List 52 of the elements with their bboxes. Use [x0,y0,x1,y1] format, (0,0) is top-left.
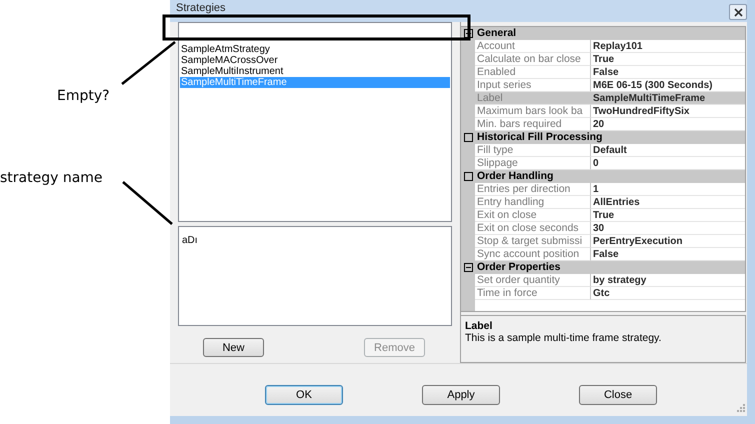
property-value[interactable]: 1 [591,183,745,196]
property-name[interactable]: Entries per direction [475,183,591,196]
leader-line [121,41,176,85]
property-name[interactable]: Entry handling [475,196,591,209]
property-name[interactable]: Account [475,40,591,53]
annotation-label: strategy name [0,170,103,186]
property-name[interactable]: Enabled [475,66,591,79]
property-value[interactable]: True [591,209,745,222]
strategy-item[interactable]: SampleMACrossOver [180,55,450,66]
property-value[interactable]: True [591,53,745,66]
expand-icon[interactable] [464,172,472,181]
property-name[interactable]: Fill type [475,144,591,157]
annotation-label: Empty? [57,88,110,104]
help-text: This is a sample multi-time frame strategy. [465,332,662,344]
property-name[interactable]: Set order quantity [475,274,591,287]
property-value[interactable]: Default [591,144,745,157]
property-value[interactable]: 30 [591,222,745,235]
property-value[interactable]: Replay101 [591,40,745,53]
property-name[interactable]: Time in force [475,287,591,300]
close-button[interactable]: Close [579,385,657,405]
collapse-icon[interactable] [464,263,472,272]
property-name[interactable]: Calculate on bar close [475,53,591,66]
close-button[interactable] [729,4,747,20]
category-header[interactable]: General [475,27,745,40]
expand-icon[interactable] [464,133,472,142]
property-value[interactable]: PerEntryExecution [591,235,745,248]
leader-line [122,181,173,225]
category-header[interactable]: Historical Fill Processing [475,131,745,144]
name-field[interactable]: aDı [178,226,452,326]
apply-button[interactable]: Apply [422,385,500,405]
window-title: Strategies [176,2,226,14]
close-icon [734,8,742,16]
property-name[interactable]: Exit on close seconds [475,222,591,235]
property-value[interactable]: TwoHundredFiftySix [591,105,745,118]
ok-button[interactable]: OK [265,385,343,405]
property-value[interactable]: by strategy [591,274,745,287]
help-title: Label [465,320,494,332]
property-value[interactable]: Gtc [591,287,745,300]
property-value[interactable]: AllEntries [591,196,745,209]
property-value[interactable]: False [591,66,745,79]
field-value: aDı [182,235,198,246]
property-name[interactable]: Maximum bars look ba [475,105,591,118]
new-button[interactable]: New [203,338,264,357]
resize-grip-icon[interactable] [737,404,745,412]
collapse-icon[interactable] [464,29,472,38]
property-name[interactable]: Stop & target submissi [475,235,591,248]
category-header[interactable]: Order Properties [475,261,745,274]
strategy-item[interactable]: SampleMultiInstrument [180,66,450,77]
category-header[interactable]: Order Handling [475,170,745,183]
property-name[interactable]: Exit on close [475,209,591,222]
strategy-item[interactable]: SampleAtmStrategy [180,44,450,55]
property-value[interactable]: SampleMultiTimeFrame [591,92,745,105]
